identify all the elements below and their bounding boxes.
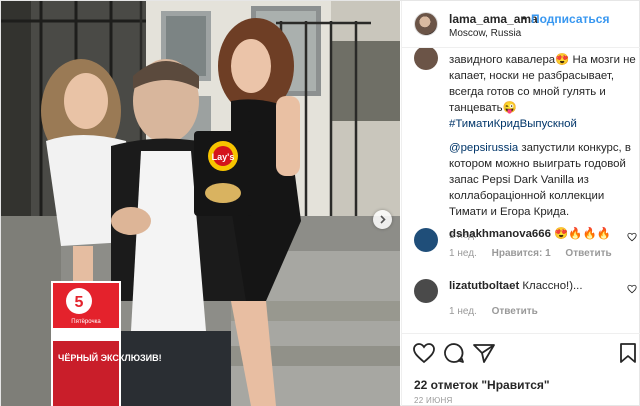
post-side-panel: lama_ama_ama • Подписаться Moscow, Russi… <box>401 1 640 406</box>
header-separator: • <box>522 11 527 25</box>
comment-like-heart-icon[interactable] <box>627 232 637 242</box>
comment-like-heart-icon[interactable] <box>627 284 637 294</box>
caption-contest-text: запустили конкурс, в <box>518 142 631 154</box>
chevron-right-icon <box>380 215 386 224</box>
comment-likes[interactable]: Нравится: 1 <box>492 248 551 259</box>
caption-line: запас Pepsi Dark Vanilla из <box>449 174 589 186</box>
reply-button[interactable]: Ответить <box>492 306 538 317</box>
author-avatar[interactable] <box>414 12 438 36</box>
caption-line: Тимати и Егора Крида. <box>449 206 570 218</box>
bookmark-icon[interactable] <box>616 341 640 365</box>
caption-mention[interactable]: @pepsirussia <box>449 142 518 154</box>
comment-time[interactable]: 1 нед. <box>449 248 477 259</box>
post-location[interactable]: Moscow, Russia <box>449 28 521 39</box>
comment-icon[interactable] <box>442 341 466 365</box>
caption-line: котором можно выиграть годовой <box>449 158 626 170</box>
post-date[interactable]: 22 ИЮНЯ <box>414 396 453 405</box>
store-brand-text: Пятёрочка <box>71 319 101 325</box>
caption-line: капает, носки не разбрасывает, <box>449 70 614 82</box>
caption-line: всегда готов со мной гулять и <box>449 86 606 98</box>
comment-item: dshakhmanova666 😍🔥🔥🔥 1 нед. Нравится: 1 … <box>449 226 639 259</box>
caption-hashtag[interactable]: #ТиматиКридВыпускной <box>449 116 639 132</box>
post-photo[interactable]: Lay's 5 Пятёрочка ЧЁРНЫЙ ЭКСКЛЮЗИВ! <box>1 1 400 406</box>
comment-username[interactable]: lizatutboltaet <box>449 280 519 292</box>
post-header: lama_ama_ama • Подписаться Moscow, Russi… <box>402 1 640 48</box>
comment-item: lizatutboltaet Классно!)... 1 нед. Ответ… <box>449 278 639 317</box>
caption-avatar[interactable] <box>414 48 438 70</box>
photo-illustration: Lay's 5 Пятёрочка ЧЁРНЫЙ ЭКСКЛЮЗИВ! <box>1 1 400 406</box>
comment-time[interactable]: 1 нед. <box>449 306 477 317</box>
caption-block: завидного кавалера😍 На мозги не капает, … <box>449 52 639 241</box>
comment-username[interactable]: dshakhmanova666 <box>449 228 551 240</box>
caption-line: @pepsirussia запустили конкурс, в <box>449 140 639 156</box>
post-actions: 22 отметок "Нравится" 22 ИЮНЯ <box>402 333 640 406</box>
share-icon[interactable] <box>472 341 496 365</box>
bag-brand-text: Lay's <box>212 152 235 162</box>
caption-line: коллабораціонной коллекции <box>449 190 605 202</box>
reply-button[interactable]: Ответить <box>565 248 611 259</box>
follow-button[interactable]: Подписаться <box>531 12 609 26</box>
comment-text: Классно!)... <box>522 280 583 292</box>
caption-line: завидного кавалера😍 На мозги не <box>449 54 636 66</box>
comments-area[interactable]: завидного кавалера😍 На мозги не капает, … <box>402 48 640 333</box>
caption-line: танцевать😜 <box>449 102 517 114</box>
heart-icon[interactable] <box>412 341 436 365</box>
svg-text:5: 5 <box>75 294 84 311</box>
next-photo-button[interactable] <box>373 210 392 229</box>
store-sign-text: ЧЁРНЫЙ ЭКСКЛЮЗИВ! <box>58 352 162 363</box>
commenter-avatar[interactable] <box>414 279 438 303</box>
commenter-avatar[interactable] <box>414 228 438 252</box>
comment-text: 😍🔥🔥🔥 <box>554 228 611 240</box>
likes-count[interactable]: 22 отметок "Нравится" <box>414 378 550 392</box>
instagram-post: Lay's 5 Пятёрочка ЧЁРНЫЙ ЭКСКЛЮЗИВ! lama… <box>0 0 640 406</box>
